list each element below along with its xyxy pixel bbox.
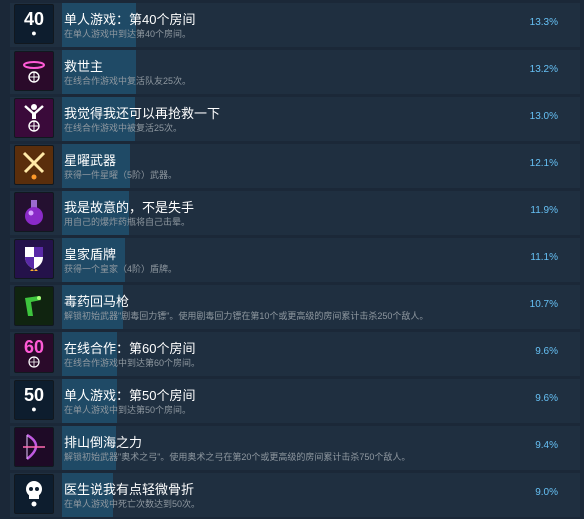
number-40-single-player-icon: 40 ●: [14, 4, 54, 44]
number-50-single-player-icon: 50 ●: [14, 380, 54, 420]
crossed-swords-icon: [14, 145, 54, 185]
achievement-percent: 13.2%: [529, 64, 558, 75]
achievement-description: 在单人游戏中死亡次数达到50次。: [64, 499, 201, 509]
achievement-description: 解锁初始武器"剧毒回力镖"。使用剧毒回力镖在第10个或更高级的房间累计击杀250…: [64, 311, 429, 321]
achievement-row[interactable]: 皇家盾牌 获得一个皇家（4阶）盾牌。 11.1%: [10, 238, 580, 282]
achievement-title: 星曜武器: [64, 153, 117, 168]
achievement-title: 在线合作：第60个房间: [64, 341, 196, 356]
achievement-title: 排山倒海之力: [64, 435, 143, 450]
number-60-online-icon: 60: [14, 333, 54, 373]
rising-figure-globe-icon: [14, 98, 54, 138]
halo-globe-icon: [14, 51, 54, 91]
achievement-row[interactable]: 60 在线合作：第60个房间 在线合作游戏中到达第60个房间。 9.6%: [10, 332, 580, 376]
achievement-percent: 11.1%: [530, 252, 558, 263]
achievement-description: 在单人游戏中到达第40个房间。: [64, 29, 192, 39]
achievement-percent: 9.6%: [535, 346, 558, 357]
shield-crown-icon: [14, 239, 54, 279]
achievement-title: 医生说我有点轻微骨折: [64, 482, 195, 497]
achievement-row[interactable]: 40 ● 单人游戏：第40个房间 在单人游戏中到达第40个房间。 13.3%: [10, 3, 580, 47]
achievement-row[interactable]: 我是故意的，不是失手 用自己的爆炸药瓶将自己击晕。 11.9%: [10, 191, 580, 235]
achievement-percent: 13.0%: [529, 111, 558, 122]
achievement-row[interactable]: 救世主 在线合作游戏中复活队友25次。 13.2%: [10, 50, 580, 94]
achievement-description: 在线合作游戏中到达第60个房间。: [64, 358, 201, 368]
achievement-percent: 11.9%: [530, 205, 558, 216]
achievement-description: 用自己的爆炸药瓶将自己击晕。: [64, 217, 191, 227]
achievement-list: 40 ● 单人游戏：第40个房间 在单人游戏中到达第40个房间。 13.3% 救…: [0, 0, 584, 519]
achievement-row[interactable]: 星曜武器 获得一件星曜（5阶）武器。 12.1%: [10, 144, 580, 188]
achievement-row[interactable]: 医生说我有点轻微骨折 在单人游戏中死亡次数达到50次。 9.0%: [10, 473, 580, 517]
achievement-percent: 10.7%: [529, 299, 558, 310]
achievement-title: 救世主: [64, 59, 104, 74]
achievement-description: 在线合作游戏中复活队友25次。: [64, 76, 192, 86]
achievement-title: 我觉得我还可以再抢救一下: [64, 106, 221, 121]
achievement-percent: 9.0%: [535, 487, 558, 498]
achievement-row[interactable]: 我觉得我还可以再抢救一下 在线合作游戏中被复活25次。 13.0%: [10, 97, 580, 141]
achievement-description: 在线合作游戏中被复活25次。: [64, 123, 183, 133]
achievement-description: 解锁初始武器"奥术之弓"。使用奥术之弓在第20个或更高级的房间累计击杀750个敌…: [64, 452, 411, 462]
skull-single-player-icon: [14, 474, 54, 514]
achievement-title: 单人游戏：第50个房间: [64, 388, 196, 403]
achievement-row[interactable]: 50 ● 单人游戏：第50个房间 在单人游戏中到达第50个房间。 9.6%: [10, 379, 580, 423]
achievement-percent: 12.1%: [529, 158, 558, 169]
potion-flask-icon: [14, 192, 54, 232]
achievement-title: 皇家盾牌: [64, 247, 117, 262]
achievement-description: 在单人游戏中到达第50个房间。: [64, 405, 192, 415]
achievement-percent: 9.6%: [535, 393, 558, 404]
achievement-percent: 13.3%: [529, 17, 558, 28]
achievement-row[interactable]: 排山倒海之力 解锁初始武器"奥术之弓"。使用奥术之弓在第20个或更高级的房间累计…: [10, 426, 580, 470]
poison-boomerang-icon: [14, 286, 54, 326]
achievement-title: 单人游戏：第40个房间: [64, 12, 196, 27]
achievement-description: 获得一件星曜（5阶）武器。: [64, 170, 178, 180]
achievement-row[interactable]: 毒药回马枪 解锁初始武器"剧毒回力镖"。使用剧毒回力镖在第10个或更高级的房间累…: [10, 285, 580, 329]
achievement-percent: 9.4%: [535, 440, 558, 451]
achievement-description: 获得一个皇家（4阶）盾牌。: [64, 264, 178, 274]
achievement-title: 毒药回马枪: [64, 294, 130, 309]
achievement-title: 我是故意的，不是失手: [64, 200, 195, 215]
arcane-bow-icon: [14, 427, 54, 467]
